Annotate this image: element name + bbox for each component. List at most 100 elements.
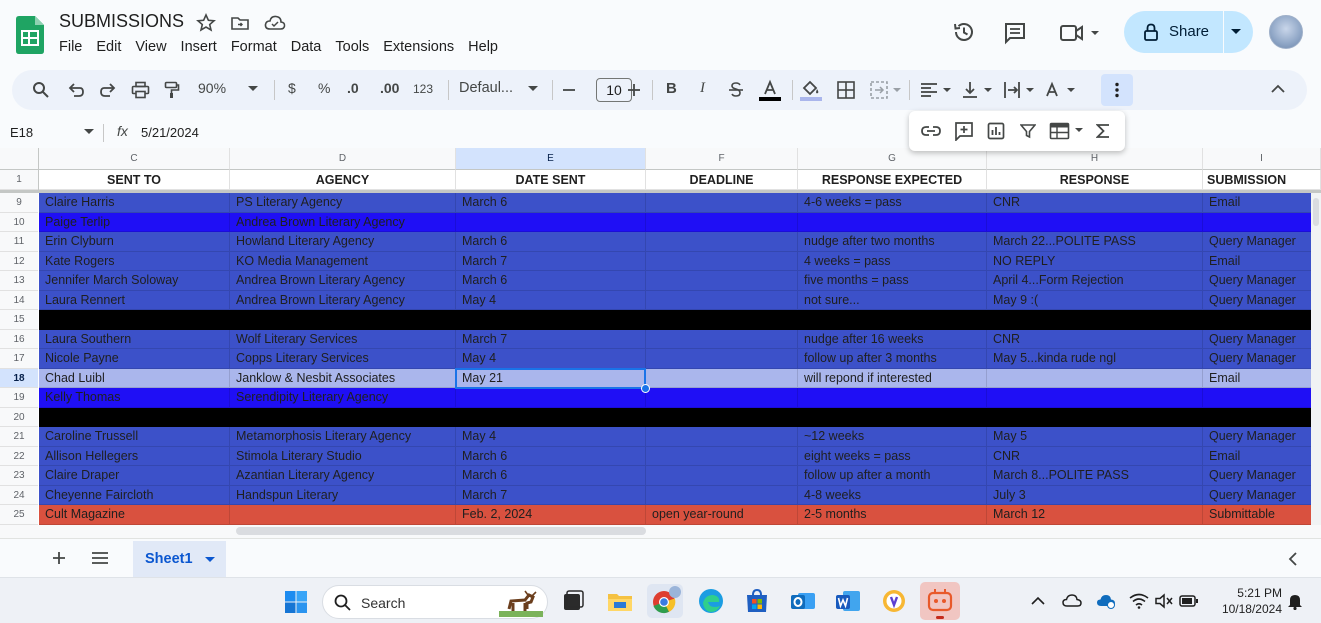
redo-icon[interactable] — [99, 81, 117, 99]
table-cell[interactable]: PS Literary Agency — [230, 193, 456, 213]
filter-views-icon[interactable] — [1049, 122, 1085, 140]
table-cell[interactable]: Andrea Brown Literary Agency — [230, 271, 456, 291]
font-chevron-icon[interactable] — [528, 86, 538, 92]
explore-collapse-icon[interactable] — [1288, 552, 1298, 566]
table-cell[interactable]: Paige Terlip — [39, 212, 230, 232]
table-cell[interactable]: Submittable — [1203, 505, 1321, 525]
table-cell[interactable] — [646, 388, 798, 408]
row-header-1[interactable]: 1 — [0, 170, 38, 190]
table-cell[interactable]: Handspun Literary — [230, 485, 456, 505]
column-header-i[interactable]: I — [1203, 148, 1321, 170]
onedrive-business-icon[interactable] — [1096, 593, 1116, 609]
table-cell[interactable]: CNR — [987, 446, 1203, 466]
select-all-corner[interactable] — [0, 148, 38, 170]
table-cell[interactable] — [646, 368, 798, 388]
table-cell[interactable] — [646, 251, 798, 271]
table-cell[interactable]: March 6 — [456, 446, 646, 466]
menu-help[interactable]: Help — [468, 39, 498, 55]
table-cell[interactable]: March 12 — [987, 505, 1203, 525]
table-cell[interactable]: follow up after a month — [798, 466, 987, 486]
table-cell[interactable] — [39, 310, 230, 330]
horizontal-scrollbar[interactable] — [0, 525, 1321, 538]
row-header-24[interactable]: 24 — [0, 485, 38, 505]
text-rotation-icon[interactable] — [1043, 80, 1077, 100]
table-cell[interactable]: 4-8 weeks — [798, 485, 987, 505]
table-cell[interactable]: Kate Rogers — [39, 251, 230, 271]
italic-button[interactable]: I — [700, 80, 705, 97]
table-cell[interactable]: Cheyenne Faircloth — [39, 485, 230, 505]
table-cell[interactable]: Claire Draper — [39, 466, 230, 486]
add-sheet-icon[interactable] — [52, 551, 66, 565]
table-cell[interactable]: May 5 — [987, 427, 1203, 447]
table-cell[interactable] — [230, 310, 456, 330]
windows-start-icon[interactable] — [284, 590, 308, 614]
column-header-f[interactable]: F — [646, 148, 798, 170]
row-header-15[interactable]: 15 — [0, 310, 38, 330]
chevron-down-icon[interactable] — [1230, 28, 1242, 36]
table-cell[interactable]: Query Manager — [1203, 427, 1321, 447]
table-cell[interactable]: Metamorphosis Literary Agency — [230, 427, 456, 447]
table-cell[interactable]: Erin Clyburn — [39, 232, 230, 252]
volume-muted-icon[interactable] — [1154, 593, 1174, 609]
table-cell[interactable] — [646, 485, 798, 505]
file-explorer-icon[interactable] — [606, 587, 634, 615]
sheet-tab-chevron-icon[interactable] — [205, 557, 215, 563]
table-cell[interactable]: Andrea Brown Literary Agency — [230, 212, 456, 232]
table-cell[interactable] — [1203, 407, 1321, 427]
header-cell[interactable]: DATE SENT — [456, 170, 646, 190]
table-cell[interactable] — [39, 407, 230, 427]
table-cell[interactable] — [230, 407, 456, 427]
header-cell[interactable]: RESPONSE EXPECTED — [798, 170, 987, 190]
more-formats-button[interactable]: 123 — [413, 82, 433, 96]
table-cell[interactable] — [646, 193, 798, 213]
increase-decimal-button[interactable]: .00 — [380, 80, 399, 96]
row-header-22[interactable]: 22 — [0, 446, 38, 466]
insert-chart-icon[interactable] — [987, 122, 1005, 140]
wifi-icon[interactable] — [1129, 593, 1149, 609]
show-hidden-icons-icon[interactable] — [1031, 596, 1045, 606]
table-cell[interactable] — [646, 466, 798, 486]
table-cell[interactable] — [646, 271, 798, 291]
bold-button[interactable]: B — [666, 80, 677, 97]
meet-video-icon[interactable] — [1058, 21, 1102, 45]
table-cell[interactable] — [456, 407, 646, 427]
sheet-tab-sheet1[interactable]: Sheet1 — [133, 541, 226, 577]
table-cell[interactable] — [798, 212, 987, 232]
table-cell[interactable]: Chad Luibl — [39, 368, 230, 388]
table-cell[interactable] — [646, 427, 798, 447]
table-cell[interactable]: March 7 — [456, 251, 646, 271]
table-cell[interactable]: five months = pass — [798, 271, 987, 291]
horizontal-scroll-thumb[interactable] — [236, 527, 646, 535]
table-cell[interactable] — [646, 446, 798, 466]
table-cell[interactable]: March 8...POLITE PASS — [987, 466, 1203, 486]
outlook-icon[interactable] — [789, 587, 817, 615]
table-cell[interactable] — [1203, 212, 1321, 232]
table-cell[interactable]: Wolf Literary Services — [230, 329, 456, 349]
table-cell[interactable]: March 6 — [456, 271, 646, 291]
table-cell[interactable]: CNR — [987, 193, 1203, 213]
text-wrapping-icon[interactable] — [1002, 80, 1036, 100]
table-cell[interactable]: 4-6 weeks = pass — [798, 193, 987, 213]
move-folder-icon[interactable] — [230, 13, 250, 33]
table-cell[interactable] — [646, 310, 798, 330]
table-cell[interactable]: KO Media Management — [230, 251, 456, 271]
table-cell[interactable]: Laura Southern — [39, 329, 230, 349]
table-cell[interactable] — [1203, 388, 1321, 408]
row-header-25[interactable]: 25 — [0, 505, 38, 525]
table-cell[interactable] — [456, 212, 646, 232]
comments-icon[interactable] — [1003, 21, 1027, 45]
table-cell[interactable]: Query Manager — [1203, 329, 1321, 349]
column-header-c[interactable]: C — [39, 148, 230, 170]
table-cell[interactable]: Stimola Literary Studio — [230, 446, 456, 466]
header-cell[interactable]: SUBMISSION — [1203, 170, 1321, 190]
insert-link-icon[interactable] — [921, 123, 941, 139]
decrease-font-size-icon[interactable] — [562, 83, 576, 97]
table-cell[interactable]: Email — [1203, 446, 1321, 466]
sheets-logo-icon[interactable] — [16, 16, 44, 54]
vertical-scroll-thumb[interactable] — [1313, 198, 1319, 226]
table-cell[interactable]: Janklow & Nesbit Associates — [230, 368, 456, 388]
table-cell[interactable]: not sure... — [798, 290, 987, 310]
table-cell[interactable] — [987, 368, 1203, 388]
vertical-scrollbar[interactable] — [1311, 193, 1321, 538]
row-header-10[interactable]: 10 — [0, 212, 38, 232]
